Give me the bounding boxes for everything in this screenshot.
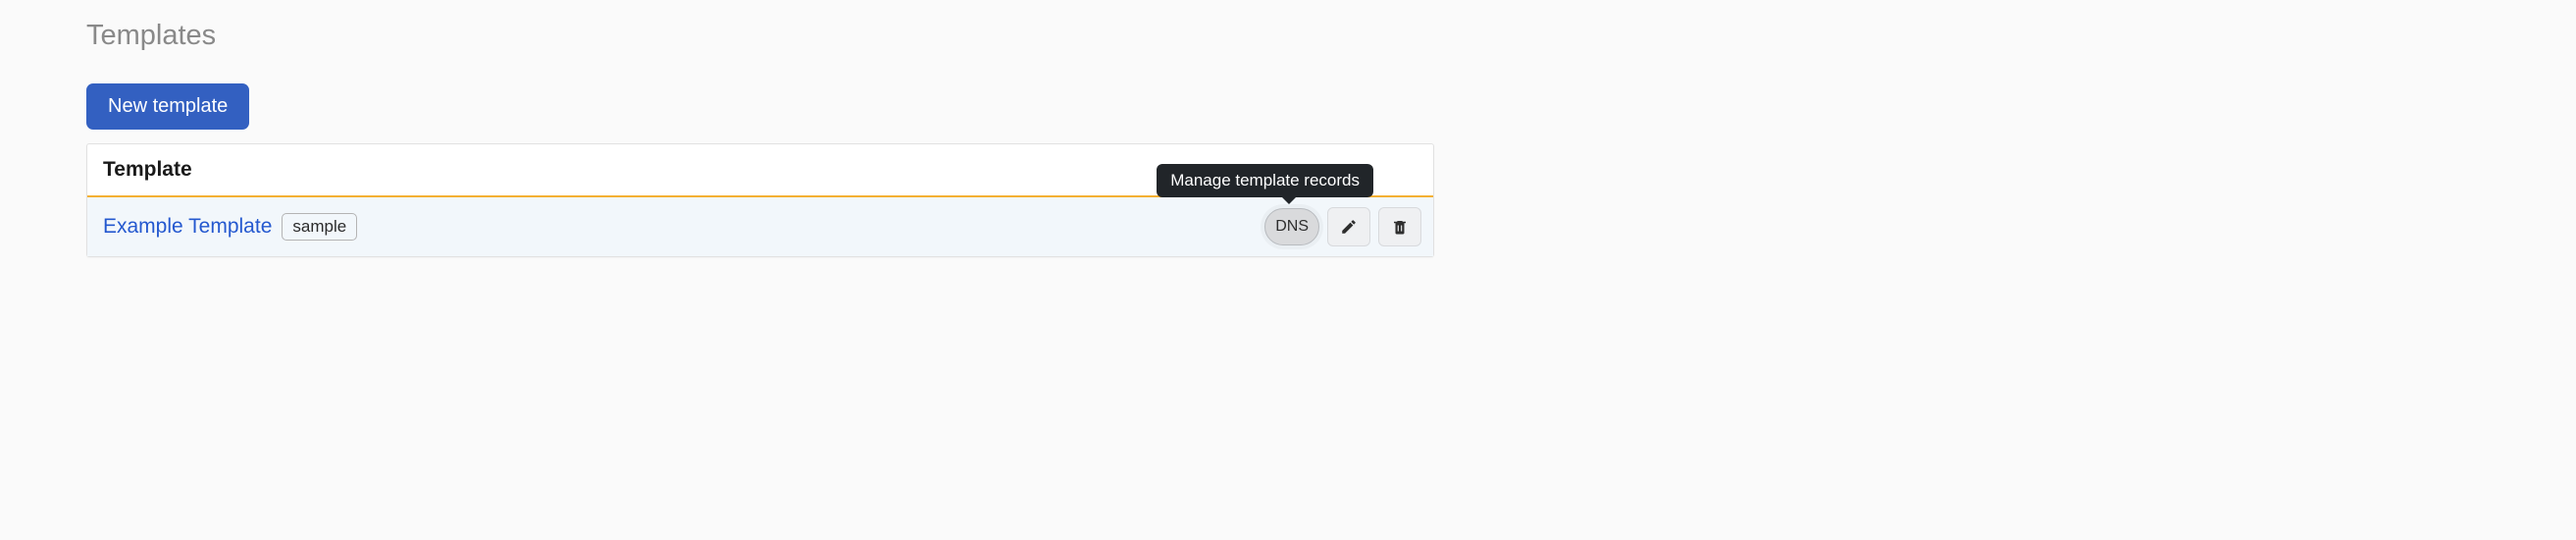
delete-template-button[interactable]	[1378, 207, 1421, 246]
trash-icon	[1391, 218, 1409, 236]
row-left: Example Template sample	[103, 213, 357, 241]
new-template-button[interactable]: New template	[86, 83, 249, 130]
manage-records-button[interactable]: Manage template records DNS	[1264, 208, 1319, 245]
template-name-link[interactable]: Example Template	[103, 215, 272, 239]
template-tag: sample	[282, 213, 357, 241]
tooltip: Manage template records	[1157, 164, 1373, 197]
pencil-icon	[1340, 218, 1358, 236]
table-header-label: Template	[103, 158, 192, 181]
page-title: Templates	[86, 20, 1434, 52]
edit-template-button[interactable]	[1327, 207, 1370, 246]
row-actions: Manage template records DNS	[1264, 207, 1421, 246]
templates-table: Template Example Template sample Manage …	[86, 143, 1434, 257]
table-row: Example Template sample Manage template …	[87, 197, 1433, 256]
templates-page: Templates New template Template Example …	[0, 0, 1520, 277]
dns-label: DNS	[1275, 218, 1309, 236]
